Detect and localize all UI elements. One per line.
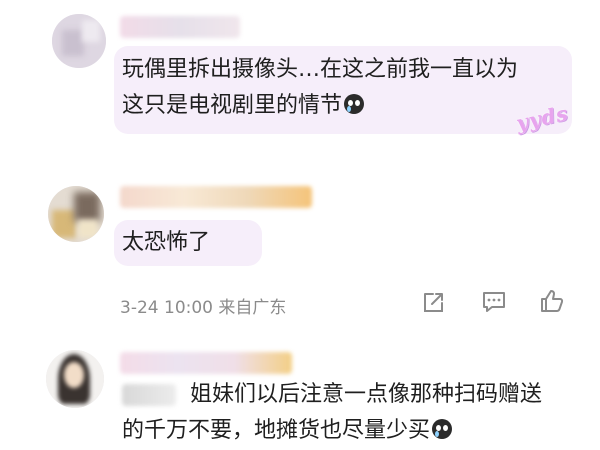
- avatar[interactable]: [46, 350, 104, 408]
- avatar[interactable]: [52, 14, 106, 68]
- comment-date: 3-24: [120, 298, 159, 318]
- comment-bubble: 玩偶里拆出摄像头…在这之前我一直以为 这只是电视剧里的情节: [114, 46, 572, 134]
- comment-text-line: 太恐怖了: [122, 230, 211, 255]
- comment-text-line: 这只是电视剧里的情节: [122, 88, 365, 124]
- share-icon[interactable]: [422, 290, 446, 314]
- comment-source: 来自广东: [218, 298, 287, 318]
- reply-to-user[interactable]: [122, 384, 176, 406]
- comment-bubble: 太恐怖了: [114, 220, 262, 266]
- comment-text-line: 玩偶里拆出摄像头…在这之前我一直以为: [122, 57, 519, 82]
- crying-emoji-icon: [432, 419, 453, 439]
- comment-icon[interactable]: [482, 290, 506, 314]
- username[interactable]: [120, 16, 240, 38]
- avatar[interactable]: [48, 186, 104, 242]
- crying-emoji-icon: [344, 94, 365, 114]
- comment-text-line: 的千万不要，地摊货也尽量少买: [122, 413, 453, 449]
- username[interactable]: [120, 352, 292, 374]
- thumbs-up-icon[interactable]: [540, 289, 564, 313]
- comment-time: 10:00: [164, 298, 213, 318]
- username[interactable]: [120, 186, 312, 208]
- comment-text-line: 姐妹们以后注意一点像那种扫码赠送: [190, 382, 543, 407]
- comment-meta: 3-24 10:00 来自广东: [120, 293, 286, 318]
